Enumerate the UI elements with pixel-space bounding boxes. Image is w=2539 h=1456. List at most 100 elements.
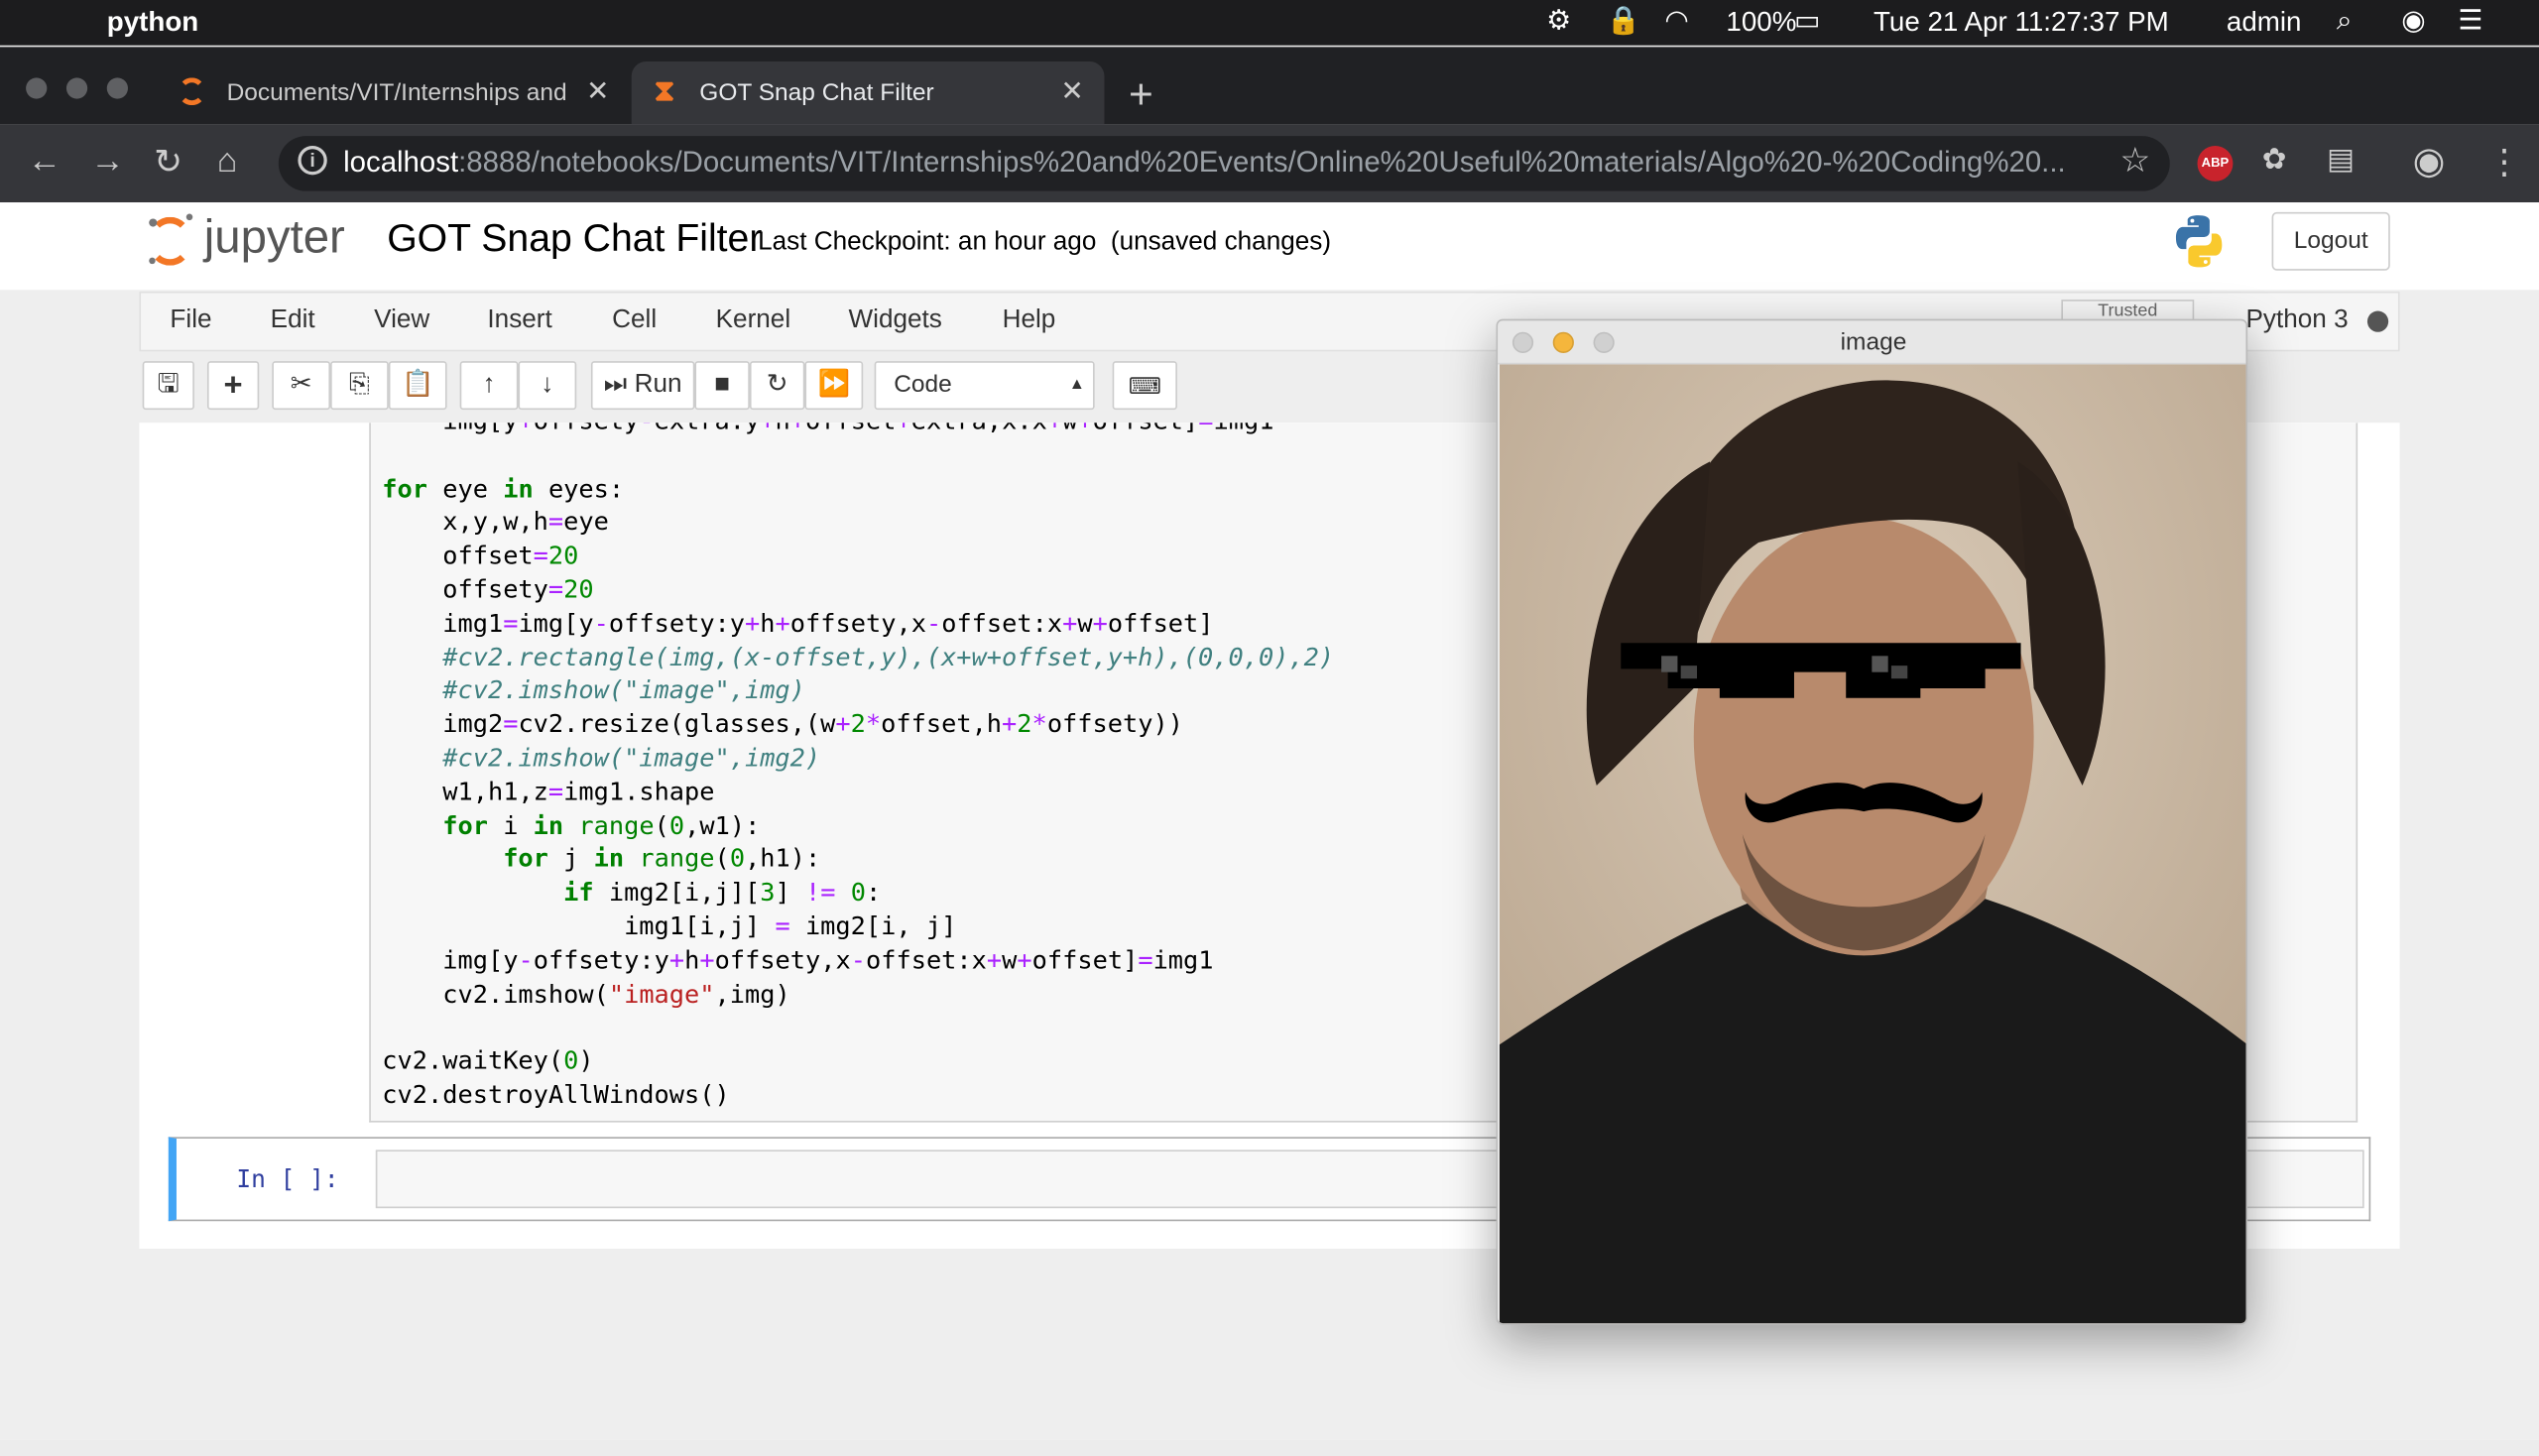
cell-code[interactable]: img[y+offsety-extra:y+h+offset+extra,x:x… — [382, 423, 1334, 1112]
sync-icon[interactable]: ⚙ — [1546, 5, 1571, 38]
run-label: Run — [634, 370, 682, 399]
code-line: for i in range(0,w1): — [442, 810, 761, 840]
adblock-plus-icon[interactable]: ABP — [2197, 145, 2234, 182]
cut-button[interactable]: ✂ — [272, 361, 331, 411]
forward-arrow-icon[interactable]: → — [90, 143, 124, 182]
menu-file[interactable]: File — [170, 306, 211, 335]
code-line: offsety=20 — [382, 574, 594, 605]
code-line: img1=img[y-offsety:y+h+offsety,x-offset:… — [382, 608, 1214, 639]
menu-kernel[interactable]: Kernel — [716, 306, 791, 335]
code-line: #cv2.rectangle(img,(x-offset,y),(x+w+off… — [442, 642, 1335, 671]
python-logo-icon — [2175, 215, 2223, 268]
menubar-user[interactable]: admin — [2227, 7, 2302, 40]
opencv-image-window[interactable]: image — [1496, 318, 2248, 1325]
menu-view[interactable]: View — [374, 306, 429, 335]
code-line: img[y-offsety:y+h+offsety,x-offset:x+w+o… — [382, 945, 1214, 975]
interrupt-button[interactable]: ■ — [694, 361, 750, 411]
run-icon: ⏭ — [603, 370, 628, 399]
paste-button[interactable]: 📋 — [388, 361, 447, 411]
wifi-icon[interactable]: ◠ — [1664, 5, 1688, 38]
jupyter-logo-text[interactable]: jupyter — [204, 212, 345, 266]
kernel-name: Python 3 — [2245, 305, 2349, 334]
code-line: img1[i,j] = img2[i, j] — [382, 911, 957, 941]
lock-icon[interactable]: 🔒 — [1607, 5, 1641, 38]
save-button[interactable]: 🖫 — [142, 361, 194, 411]
run-button[interactable]: ⏭ Run — [590, 361, 695, 411]
clock[interactable]: Tue 21 Apr 11:27:37 PM — [1874, 7, 2169, 40]
tab-documents[interactable]: Documents/VIT/Internships and Events ✕ — [159, 61, 628, 125]
menu-edit[interactable]: Edit — [271, 306, 315, 335]
browser-menu-icon[interactable]: ⋮ — [2487, 143, 2521, 183]
restart-button[interactable]: ↻ — [749, 361, 805, 411]
jupyter-favicon-icon — [178, 77, 206, 106]
code-line: x,y,w,h=eye — [382, 507, 609, 538]
restart-run-all-button[interactable]: ⏩ — [804, 361, 864, 411]
browser-toolbar: ← → ↻ ⌂ i localhost:8888/notebooks/Docum… — [0, 124, 2539, 203]
menubar-app-name[interactable]: python — [107, 7, 198, 40]
kernel-status-icon — [2366, 310, 2389, 332]
tab-got-snap-chat-filter[interactable]: ⧗ GOT Snap Chat Filter ✕ — [631, 61, 1105, 125]
clipboard-extension-icon[interactable]: ▤ — [2327, 143, 2355, 177]
tab-strip: Documents/VIT/Internships and Events ✕ ⧗… — [0, 47, 2539, 125]
code-line: if img2[i,j][3] != 0: — [563, 878, 882, 908]
home-icon[interactable]: ⌂ — [217, 143, 238, 182]
control-center-icon[interactable]: ☰ — [2458, 5, 2482, 38]
close-tab-icon[interactable]: ✕ — [586, 76, 609, 109]
code-line: cv2.destroyAllWindows() — [382, 1080, 730, 1110]
menu-cell[interactable]: Cell — [612, 306, 657, 335]
window-zoom-button[interactable] — [106, 77, 128, 99]
macos-menubar: python ⚙ 🔒 ◠ 100% ▭ Tue 21 Apr 11:27:37 … — [0, 0, 2539, 46]
code-line: for eye in eyes: — [382, 473, 625, 504]
extension-puzzle-icon[interactable]: ✿ — [2262, 143, 2287, 177]
reload-icon[interactable]: ↻ — [154, 143, 182, 183]
move-down-button[interactable]: ↓ — [518, 361, 577, 411]
copy-button[interactable]: ⎘ — [330, 361, 389, 411]
logout-button[interactable]: Logout — [2271, 211, 2390, 271]
filtered-face-photo — [1499, 364, 2246, 1324]
code-line: w1,h1,z=img1.shape — [382, 777, 715, 806]
battery-icon[interactable]: ▭ — [1794, 5, 1820, 38]
url-host: localhost — [343, 145, 459, 179]
menu-widgets[interactable]: Widgets — [849, 306, 942, 335]
jupyter-logo-icon[interactable] — [146, 213, 197, 270]
checkpoint-status: Last Checkpoint: an hour ago — [758, 228, 1097, 257]
menu-insert[interactable]: Insert — [487, 306, 551, 335]
new-tab-icon[interactable]: + — [1129, 69, 1153, 120]
jupyter-header: jupyter GOT Snap Chat Filter Last Checkp… — [0, 202, 2539, 291]
window-minimize-button[interactable] — [65, 77, 88, 99]
siri-icon[interactable]: ◉ — [2401, 5, 2425, 38]
code-line: for j in range(0,h1): — [503, 844, 821, 874]
url-path: :8888/notebooks/Documents/VIT/Internship… — [458, 145, 2066, 179]
code-line: #cv2.imshow("image",img2) — [442, 743, 821, 773]
cell-type-value: Code — [894, 370, 952, 399]
profile-avatar-icon[interactable]: ◉ — [2413, 139, 2446, 182]
address-bar[interactable]: i localhost:8888/notebooks/Documents/VIT… — [278, 136, 2170, 191]
window-close-button[interactable] — [26, 77, 48, 99]
hourglass-favicon-icon: ⧗ — [654, 74, 675, 107]
battery-percent: 100% — [1726, 6, 1797, 38]
info-icon[interactable]: i — [298, 145, 327, 176]
move-up-button[interactable]: ↑ — [459, 361, 519, 411]
tab-label: Documents/VIT/Internships and Events — [226, 79, 573, 107]
code-line: #cv2.imshow("image",img) — [442, 675, 805, 705]
spotlight-search-icon[interactable]: ⌕ — [2337, 5, 2353, 38]
code-line: cv2.imshow("image",img) — [382, 979, 790, 1009]
cv-window-titlebar[interactable]: image — [1498, 320, 2246, 365]
input-prompt: In [ ]: — [236, 1164, 339, 1194]
code-line: img2=cv2.resize(glasses,(w+2*offset,h+2*… — [382, 709, 1183, 739]
command-palette-button[interactable]: ⌨ — [1112, 361, 1177, 411]
bookmark-star-icon[interactable]: ☆ — [2119, 141, 2150, 182]
cv-window-title: image — [1840, 328, 1907, 357]
notebook-title[interactable]: GOT Snap Chat Filter — [387, 217, 762, 263]
back-arrow-icon[interactable]: ← — [28, 143, 61, 182]
code-line: cv2.waitKey(0) — [382, 1046, 594, 1076]
cell-type-select[interactable]: Code▲▼ — [874, 361, 1095, 439]
menu-help[interactable]: Help — [1003, 306, 1056, 335]
close-tab-icon[interactable]: ✕ — [1060, 76, 1083, 109]
tab-label: GOT Snap Chat Filter — [699, 79, 934, 107]
code-line: offset=20 — [382, 541, 579, 571]
code-line: img[y+offsety-extra:y+h+offset+extra,x:x… — [382, 423, 1334, 438]
insert-cell-button[interactable]: + — [206, 361, 260, 411]
